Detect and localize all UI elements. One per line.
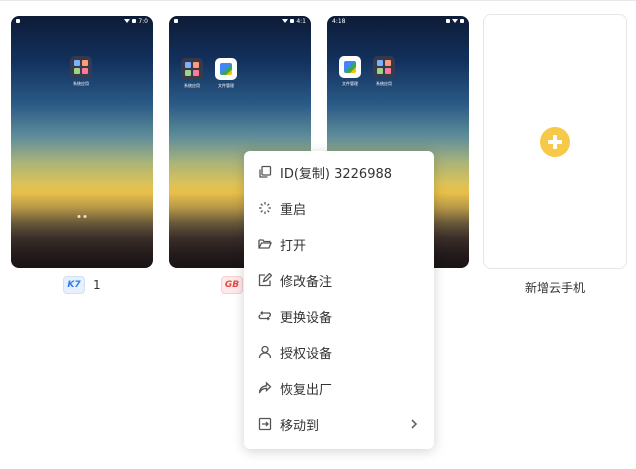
menu-item-label: 恢复出厂 — [280, 382, 333, 398]
files-app-icon — [215, 58, 237, 80]
battery-icon — [290, 19, 295, 23]
menu-item-restart[interactable]: 重启 — [244, 190, 434, 226]
device-name[interactable]: 1 — [93, 278, 101, 292]
notification-icon — [16, 19, 20, 23]
menu-item-open[interactable]: 打开 — [244, 226, 434, 262]
battery-icon — [132, 19, 137, 23]
menu-item-label: 修改备注 — [280, 274, 333, 290]
plus-icon[interactable] — [540, 127, 570, 157]
move-to-icon — [258, 417, 272, 431]
files-app-icon — [339, 56, 361, 78]
page-indicator — [77, 215, 87, 218]
top-divider — [0, 0, 636, 1]
menu-item-label: ID(复制) 3226988 — [280, 166, 393, 182]
menu-item-copy-id[interactable]: ID(复制) 3226988 — [244, 154, 434, 190]
app-label: 系统应用 — [184, 83, 200, 88]
menu-item-label: 移动到 — [280, 418, 320, 434]
menu-item-factory-reset[interactable]: 恢复出厂 — [244, 370, 434, 406]
status-time: 4:18 — [332, 17, 346, 25]
context-menu: ID(复制) 3226988 重启 打开 修改备注 更换设备 授权设备 恢复出厂… — [244, 151, 434, 449]
share-arrow-icon — [258, 381, 272, 395]
status-time: 7:0 — [138, 17, 148, 25]
user-icon — [258, 345, 272, 359]
status-bar: 7:0 — [11, 16, 153, 26]
device-badge: K7 — [63, 276, 85, 294]
add-cloud-phone-card[interactable] — [483, 14, 627, 269]
app-files[interactable]: 文件管理 — [206, 58, 246, 89]
notification-icon — [174, 19, 178, 23]
status-bar: 4:18 — [327, 16, 469, 26]
edit-icon — [258, 273, 272, 287]
folder-open-icon — [258, 237, 272, 251]
wifi-icon — [452, 19, 458, 23]
menu-item-label: 授权设备 — [280, 346, 333, 362]
app-label: 文件管理 — [342, 81, 358, 86]
status-time: 4:1 — [296, 17, 306, 25]
device-1-label: K7 1 — [63, 276, 101, 294]
device-badge: GB — [221, 276, 243, 294]
device-2-label: GB — [221, 276, 243, 294]
menu-item-change-device[interactable]: 更换设备 — [244, 298, 434, 334]
cloud-phone-1[interactable]: 7:0 系统应用 — [11, 16, 153, 268]
app-label: 文件管理 — [218, 83, 234, 88]
status-bar: 4:1 — [169, 16, 311, 26]
menu-item-authorize-device[interactable]: 授权设备 — [244, 334, 434, 370]
menu-item-label: 打开 — [280, 238, 307, 254]
chevron-right-icon — [408, 417, 420, 431]
app-folder[interactable]: 系统应用 — [61, 56, 101, 87]
copy-icon — [258, 165, 272, 179]
menu-item-label: 重启 — [280, 202, 307, 218]
folder-icon — [181, 58, 203, 80]
menu-item-move-to[interactable]: 移动到 — [244, 406, 434, 442]
loading-icon — [258, 201, 272, 215]
menu-item-edit-note[interactable]: 修改备注 — [244, 262, 434, 298]
battery-icon — [460, 19, 464, 23]
folder-icon — [373, 56, 395, 78]
app-label: 系统应用 — [73, 81, 89, 86]
folder-icon — [70, 56, 92, 78]
wifi-icon — [282, 19, 289, 23]
add-cloud-phone-label: 新增云手机 — [524, 281, 585, 295]
signal-icon — [446, 19, 450, 23]
wifi-icon — [124, 19, 131, 23]
menu-item-label: 更换设备 — [280, 310, 333, 326]
app-label: 系统应用 — [376, 81, 392, 86]
app-folder[interactable]: 系统应用 — [364, 56, 404, 87]
swap-icon — [258, 309, 272, 323]
